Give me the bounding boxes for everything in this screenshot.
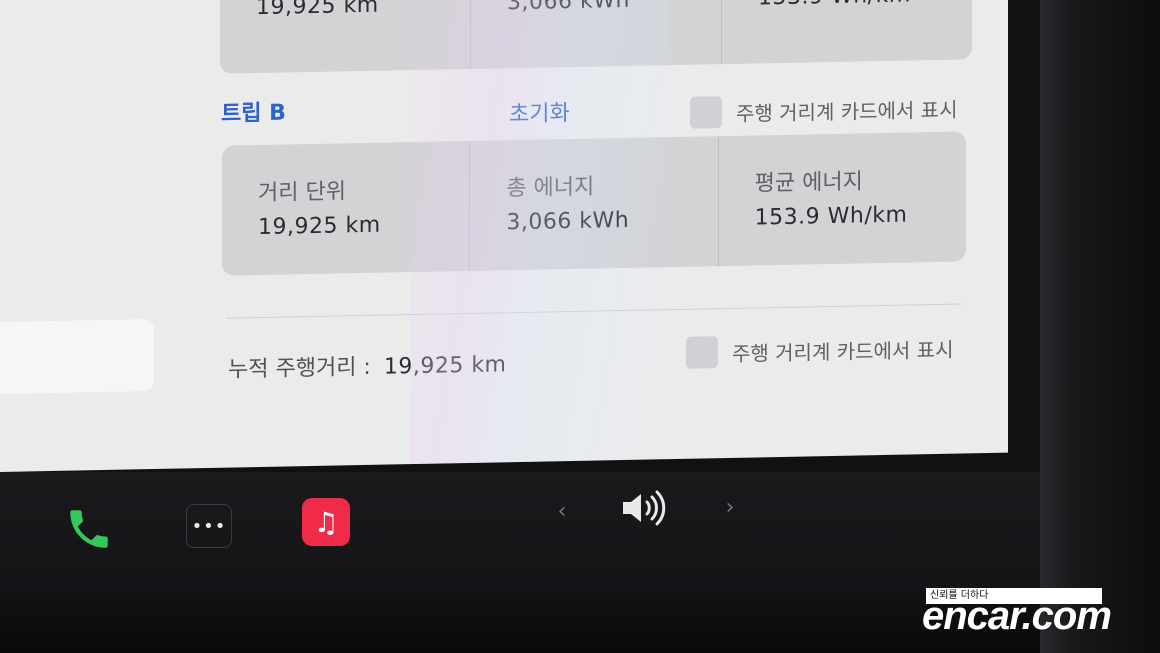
volume-icon: [623, 490, 666, 526]
trip-a-energy-value: 3,066 kWh: [507, 0, 630, 16]
trip-b-reset-button[interactable]: 초기화: [509, 95, 570, 128]
phone-button[interactable]: [62, 502, 116, 556]
trip-a-distance-value: 19,925 km: [256, 0, 379, 21]
chevron-right-icon: ›: [725, 494, 735, 520]
trip-a-distance-cell: 19,925 km: [220, 0, 470, 74]
trip-b-show-on-card-checkbox[interactable]: [690, 96, 722, 129]
odometer-show-on-card-toggle[interactable]: 주행 거리계 카드에서 표시: [686, 332, 953, 369]
more-icon: •••: [191, 515, 227, 537]
trip-b-avg-label: 평균 에너지: [754, 169, 863, 197]
screen-bezel: [1040, 0, 1160, 653]
odometer-show-on-card-label: 주행 거리계 카드에서 표시: [732, 337, 954, 366]
trip-b-avg-cell: 평균 에너지 153.9 Wh/km: [717, 131, 966, 267]
trip-b-avg-value: 153.9 Wh/km: [754, 202, 908, 231]
trip-b-card: 거리 단위 19,925 km 총 에너지 3,066 kWh 평균 에너지 1…: [222, 131, 966, 276]
odometer-show-on-card-checkbox[interactable]: [686, 336, 718, 369]
more-apps-button[interactable]: •••: [186, 504, 232, 548]
screen-bottom-edge: [0, 592, 1040, 653]
odometer-row: 누적 주행거리 : 19,925 km: [228, 346, 507, 383]
trip-b-show-on-card-label: 주행 거리계 카드에서 표시: [736, 97, 958, 126]
odometer-value: 19,925 km: [383, 352, 507, 380]
volume-up-button[interactable]: ›: [720, 494, 740, 520]
trip-b-energy-label: 총 에너지: [506, 174, 595, 202]
trip-a-energy-cell: 3,066 kWh: [470, 0, 721, 69]
watermark-logo: encar.com: [922, 594, 1112, 638]
trip-b-header: 트립 B 초기화 주행 거리계 카드에서 표시: [0, 81, 1000, 140]
music-icon: ♫: [313, 505, 339, 539]
section-divider: [226, 303, 962, 319]
trip-b-title: 트립 B: [221, 100, 286, 127]
trip-b-distance-value: 19,925 km: [258, 212, 381, 241]
trip-a-card: 19,925 km 3,066 kWh 153.9 Wh/km: [220, 0, 972, 74]
trip-a-avg-cell: 153.9 Wh/km: [721, 0, 972, 65]
trip-b-energy-cell: 총 에너지 3,066 kWh: [469, 136, 718, 271]
phone-icon: [70, 510, 108, 548]
trip-b-show-on-card-toggle[interactable]: 주행 거리계 카드에서 표시: [690, 92, 957, 129]
side-panel: [0, 319, 154, 395]
trips-settings-panel: 19,925 km 3,066 kWh 153.9 Wh/km 트립 B 초기화…: [0, 0, 1008, 472]
trip-a-avg-value: 153.9 Wh/km: [758, 0, 972, 10]
volume-button[interactable]: [618, 486, 672, 530]
trip-b-distance-cell: 거리 단위 19,925 km: [222, 141, 469, 276]
chevron-left-icon: ‹: [557, 498, 567, 524]
trip-b-distance-label: 거리 단위: [258, 179, 346, 207]
volume-down-button[interactable]: ‹: [552, 498, 572, 524]
screen: 19,925 km 3,066 kWh 153.9 Wh/km 트립 B 초기화…: [0, 0, 1160, 653]
odometer-label: 누적 주행거리 :: [228, 354, 371, 383]
music-button[interactable]: ♫: [302, 498, 350, 546]
trip-b-energy-value: 3,066 kWh: [506, 207, 630, 236]
bottom-dock: ••• ♫ ‹ ›: [0, 472, 1040, 592]
